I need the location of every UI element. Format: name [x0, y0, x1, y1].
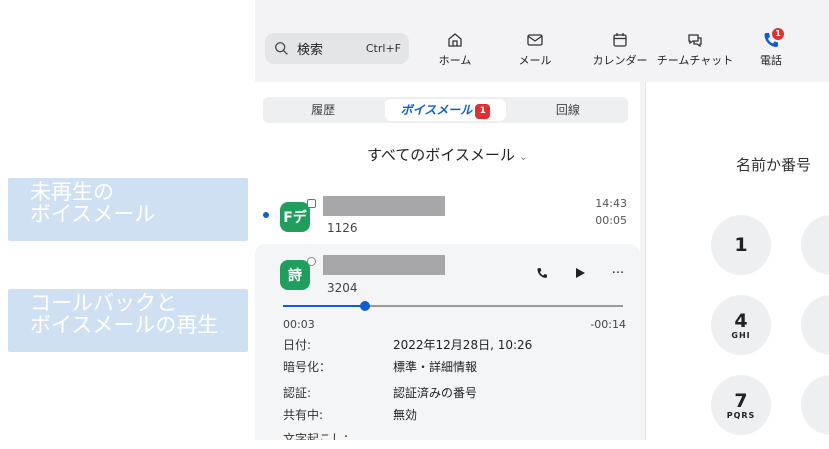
voicemail-actions: ··· [534, 265, 626, 281]
detail-date: 日付: 2022年12月28日, 10:26 [283, 336, 532, 353]
voicemail-duration: 00:05 [595, 214, 627, 227]
detail-label: 共有中: [283, 408, 324, 422]
detail-auth: 認証: 認証済みの番号 [283, 384, 477, 401]
tab-history[interactable]: 履歴 [263, 97, 383, 123]
tab-voicemail-label: ボイスメール [400, 103, 473, 117]
detail-label: 認証: [283, 386, 312, 400]
dial-key-number: 1 [734, 234, 748, 256]
nav-team-chat[interactable]: チームチャット [655, 30, 735, 70]
phone-icon [537, 268, 547, 278]
callout-line: ボイスメールの再生 [30, 314, 219, 337]
filter-label: すべてのボイスメール [366, 146, 515, 164]
detail-sharing: 共有中: 無効 [283, 406, 417, 423]
voicemail-panel: 履歴 ボイスメール 1 回線 すべてのボイスメール ⌄ Fデ 1126 14:43 … [255, 82, 640, 440]
elapsed-time: 00:03 [283, 318, 315, 331]
dial-key-4[interactable]: 4 GHI [711, 295, 771, 355]
play-button[interactable] [572, 265, 588, 281]
nav-calendar-label: カレンダー [592, 54, 648, 67]
callout-line: ボイスメール [30, 203, 156, 226]
caller-extension: 1126 [327, 221, 358, 235]
callout-callback-playback: コールバックと ボイスメールの再生 [8, 289, 248, 352]
nav-calendar[interactable]: カレンダー [585, 30, 655, 70]
search-label: 検索 [297, 43, 324, 58]
search-button[interactable]: 検索 Ctrl+F [265, 33, 409, 64]
phone-app-window: 検索 Ctrl+F ホーム メール カレンダー チームチャット 1 電話 履歴 … [255, 0, 829, 440]
avatar: 詩 [280, 260, 310, 290]
dial-key-number: 4 [734, 309, 748, 332]
dial-key-7[interactable]: 7 PQRS [711, 375, 771, 435]
caller-name-redacted [323, 196, 445, 216]
more-icon: ··· [611, 265, 625, 281]
dialpad-search-input[interactable]: 名前か番号 [736, 154, 811, 175]
detail-value: 無効 [393, 408, 418, 422]
calendar-icon [613, 33, 627, 47]
chat-icon [688, 34, 702, 48]
detail-transcript: 文字起こし： [283, 430, 393, 440]
nav-home-label: ホーム [438, 54, 472, 67]
tab-lines[interactable]: 回線 [508, 97, 628, 123]
presence-icon [307, 257, 316, 266]
phone-tabs: 履歴 ボイスメール 1 回線 [263, 97, 628, 123]
dial-key-8[interactable] [801, 375, 829, 435]
presence-icon [307, 199, 316, 208]
dialpad-panel: 名前か番号 1 4 GHI 7 PQRS [645, 82, 829, 440]
callout-unplayed-voicemail: 未再生の ボイスメール [8, 178, 248, 241]
search-icon [275, 41, 288, 55]
nav-phone-label: 電話 [760, 54, 782, 67]
voicemail-time: 14:43 [595, 197, 627, 210]
caller-name-redacted [323, 255, 445, 275]
nav-phone[interactable]: 1 電話 [751, 28, 791, 70]
playback-handle[interactable] [359, 301, 370, 311]
search-shortcut: Ctrl+F [365, 42, 401, 55]
detail-encryption: 暗号化： 標準・詳細情報 [283, 358, 477, 375]
unread-indicator [263, 212, 269, 218]
callback-button[interactable] [534, 265, 550, 281]
avatar: Fデ [280, 202, 310, 232]
dial-key-2[interactable] [801, 215, 829, 275]
callout-line: コールバックと [30, 292, 177, 315]
chevron-down-icon: ⌄ [518, 150, 529, 163]
voicemail-item[interactable]: Fデ 1126 14:43 00:05 [255, 190, 640, 244]
tab-voicemail[interactable]: ボイスメール 1 [385, 99, 506, 121]
callout-line: 未再生の [30, 181, 114, 204]
playback-slider[interactable] [283, 301, 623, 311]
voicemail-filter-dropdown[interactable]: すべてのボイスメール ⌄ [255, 144, 640, 165]
remaining-time: -00:14 [590, 318, 626, 331]
dial-key-1[interactable]: 1 [711, 215, 771, 275]
phone-badge: 1 [772, 28, 784, 40]
play-icon [576, 268, 585, 278]
home-icon [448, 33, 462, 47]
detail-value[interactable]: 標準・詳細情報 [393, 360, 477, 374]
detail-label: 日付: [283, 338, 312, 352]
nav-home[interactable]: ホーム [435, 30, 475, 70]
nav-chat-label: チームチャット [656, 54, 734, 67]
dial-key-letters: PQRS [726, 410, 756, 420]
detail-label: 暗号化： [283, 360, 332, 374]
voicemail-badge: 1 [475, 104, 491, 119]
dial-key-5[interactable] [801, 295, 829, 355]
more-options-button[interactable]: ··· [610, 265, 626, 281]
top-navigation-bar: 検索 Ctrl+F ホーム メール カレンダー チームチャット 1 電話 [255, 0, 829, 76]
nav-mail-label: メール [518, 54, 552, 67]
voicemail-meta: 14:43 00:05 [595, 195, 627, 229]
mail-icon [527, 34, 543, 46]
dial-key-letters: GHI [731, 330, 751, 340]
detail-value: 認証済みの番号 [393, 386, 478, 400]
detail-label: 文字起こし： [283, 432, 356, 440]
nav-mail[interactable]: メール [515, 30, 555, 70]
voicemail-item-expanded[interactable]: 詩 3204 ··· 00:03 -00:14 日付: 2022年12月28日,… [255, 244, 640, 440]
dial-key-number: 7 [734, 389, 748, 412]
detail-value: 2022年12月28日, 10:26 [393, 338, 533, 352]
playback-progress [283, 305, 365, 307]
caller-extension: 3204 [327, 281, 358, 295]
